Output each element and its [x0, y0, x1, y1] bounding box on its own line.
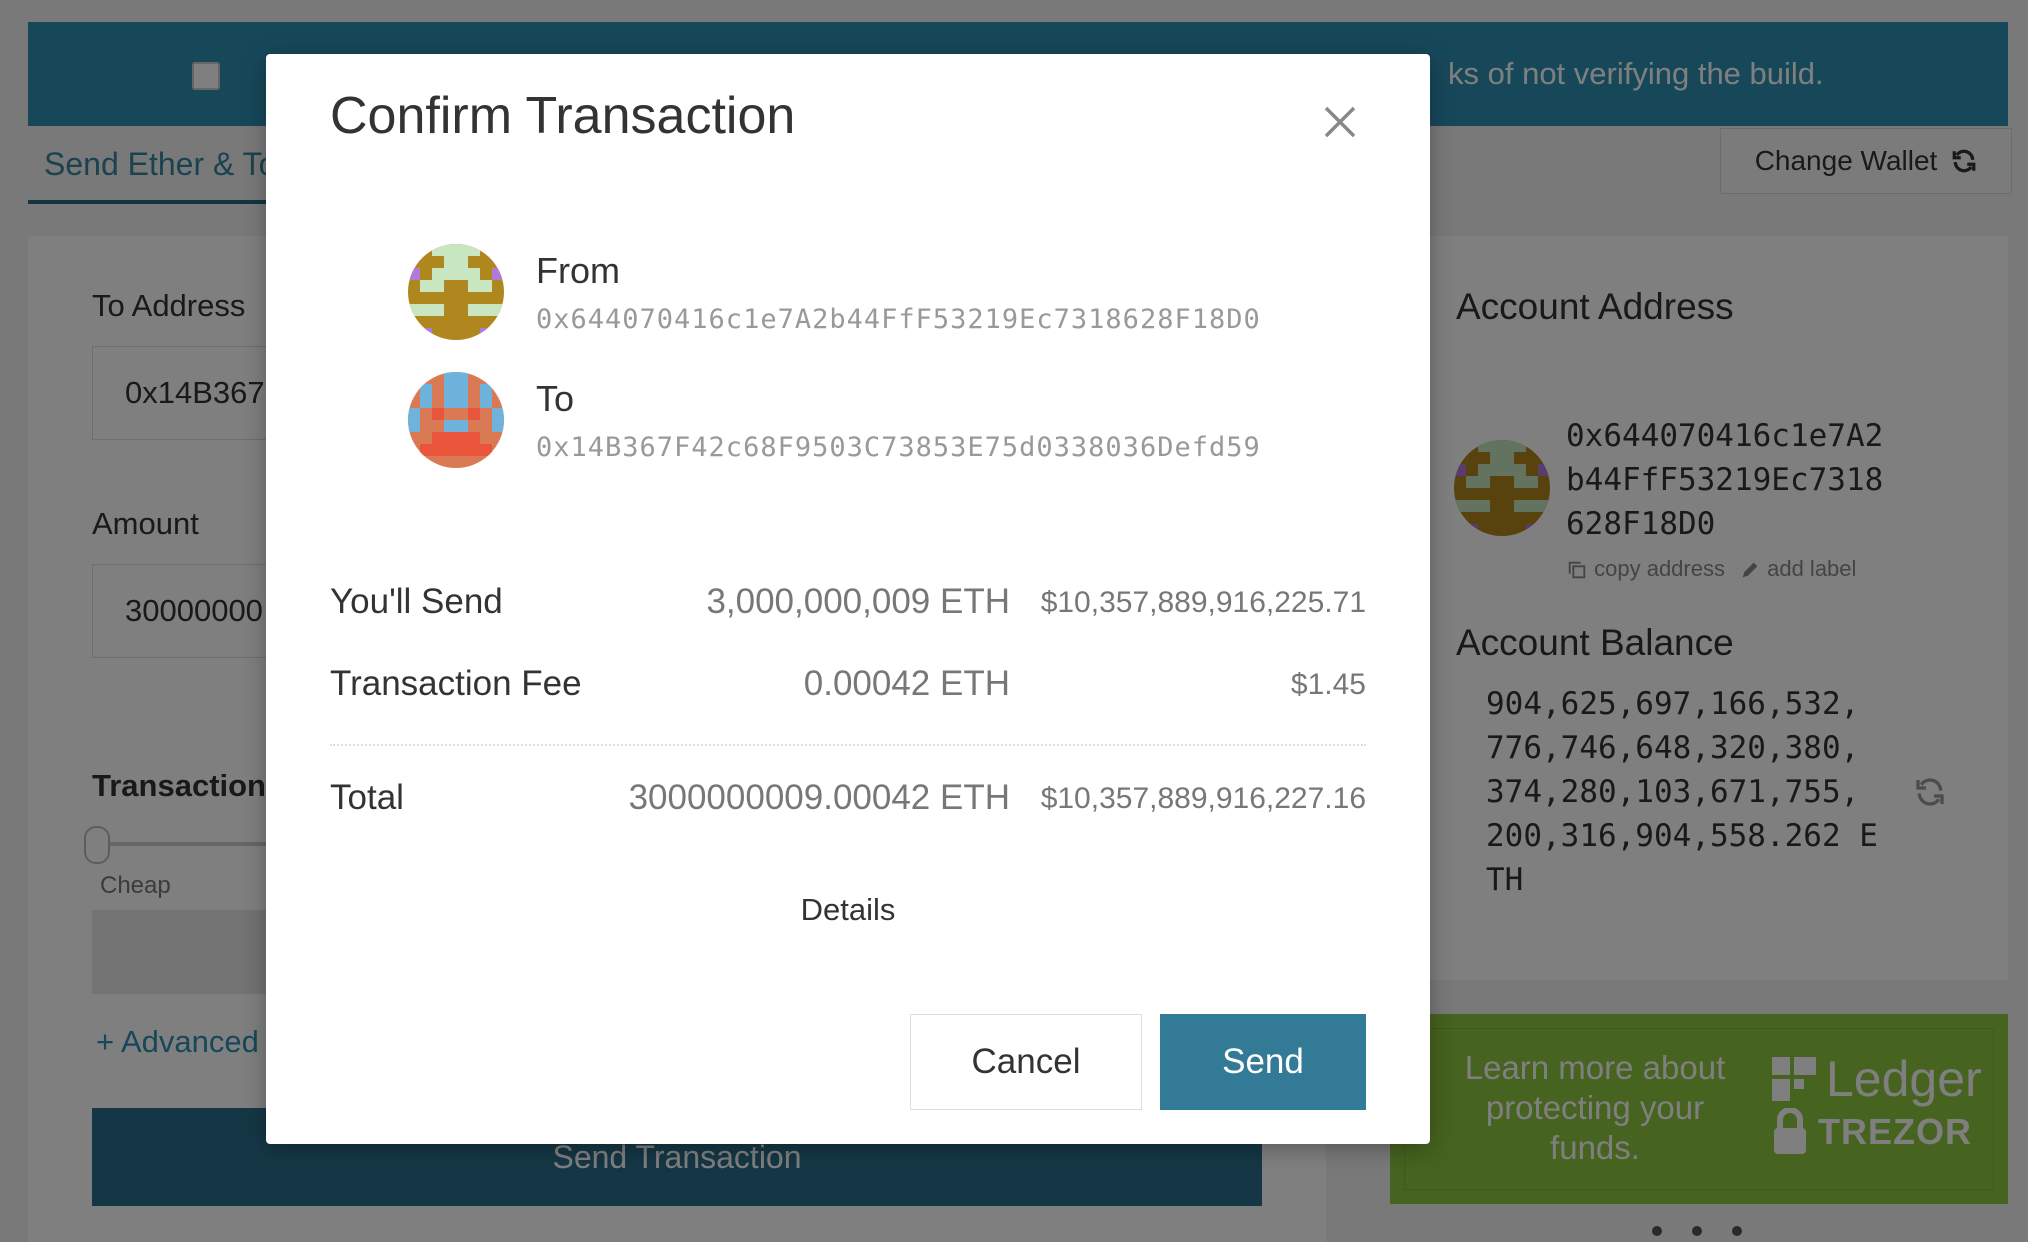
you-send-eth: 3,000,000,009 ETH	[706, 582, 1010, 621]
send-button[interactable]: Send	[1160, 1014, 1366, 1110]
total-usd: $10,357,889,916,227.16	[1040, 782, 1366, 815]
from-identicon	[408, 244, 504, 340]
transaction-fee-eth: 0.00042 ETH	[803, 664, 1010, 703]
you-send-usd: $10,357,889,916,225.71	[1040, 586, 1366, 619]
from-address: 0x644070416c1e7A2b44FfF53219Ec7318628F18…	[536, 304, 1261, 335]
total-eth: 3000000009.00042 ETH	[628, 778, 1010, 817]
transaction-fee-row-label: Transaction Fee	[330, 664, 582, 703]
from-label: From	[536, 250, 620, 291]
to-identicon	[408, 372, 504, 468]
cancel-button[interactable]: Cancel	[910, 1014, 1142, 1110]
confirm-transaction-modal: Confirm Transaction From 0x644070416c1e7…	[266, 54, 1430, 1144]
you-send-label: You'll Send	[330, 582, 503, 621]
details-toggle[interactable]: Details	[266, 892, 1430, 928]
total-label: Total	[330, 778, 404, 817]
to-address: 0x14B367F42c68F9503C73853E75d0338036Defd…	[536, 432, 1261, 463]
close-icon[interactable]	[1320, 102, 1360, 142]
to-label: To	[536, 378, 575, 419]
transaction-fee-usd: $1.45	[1290, 668, 1366, 701]
summary-divider	[330, 744, 1366, 746]
modal-title: Confirm Transaction	[330, 87, 796, 145]
